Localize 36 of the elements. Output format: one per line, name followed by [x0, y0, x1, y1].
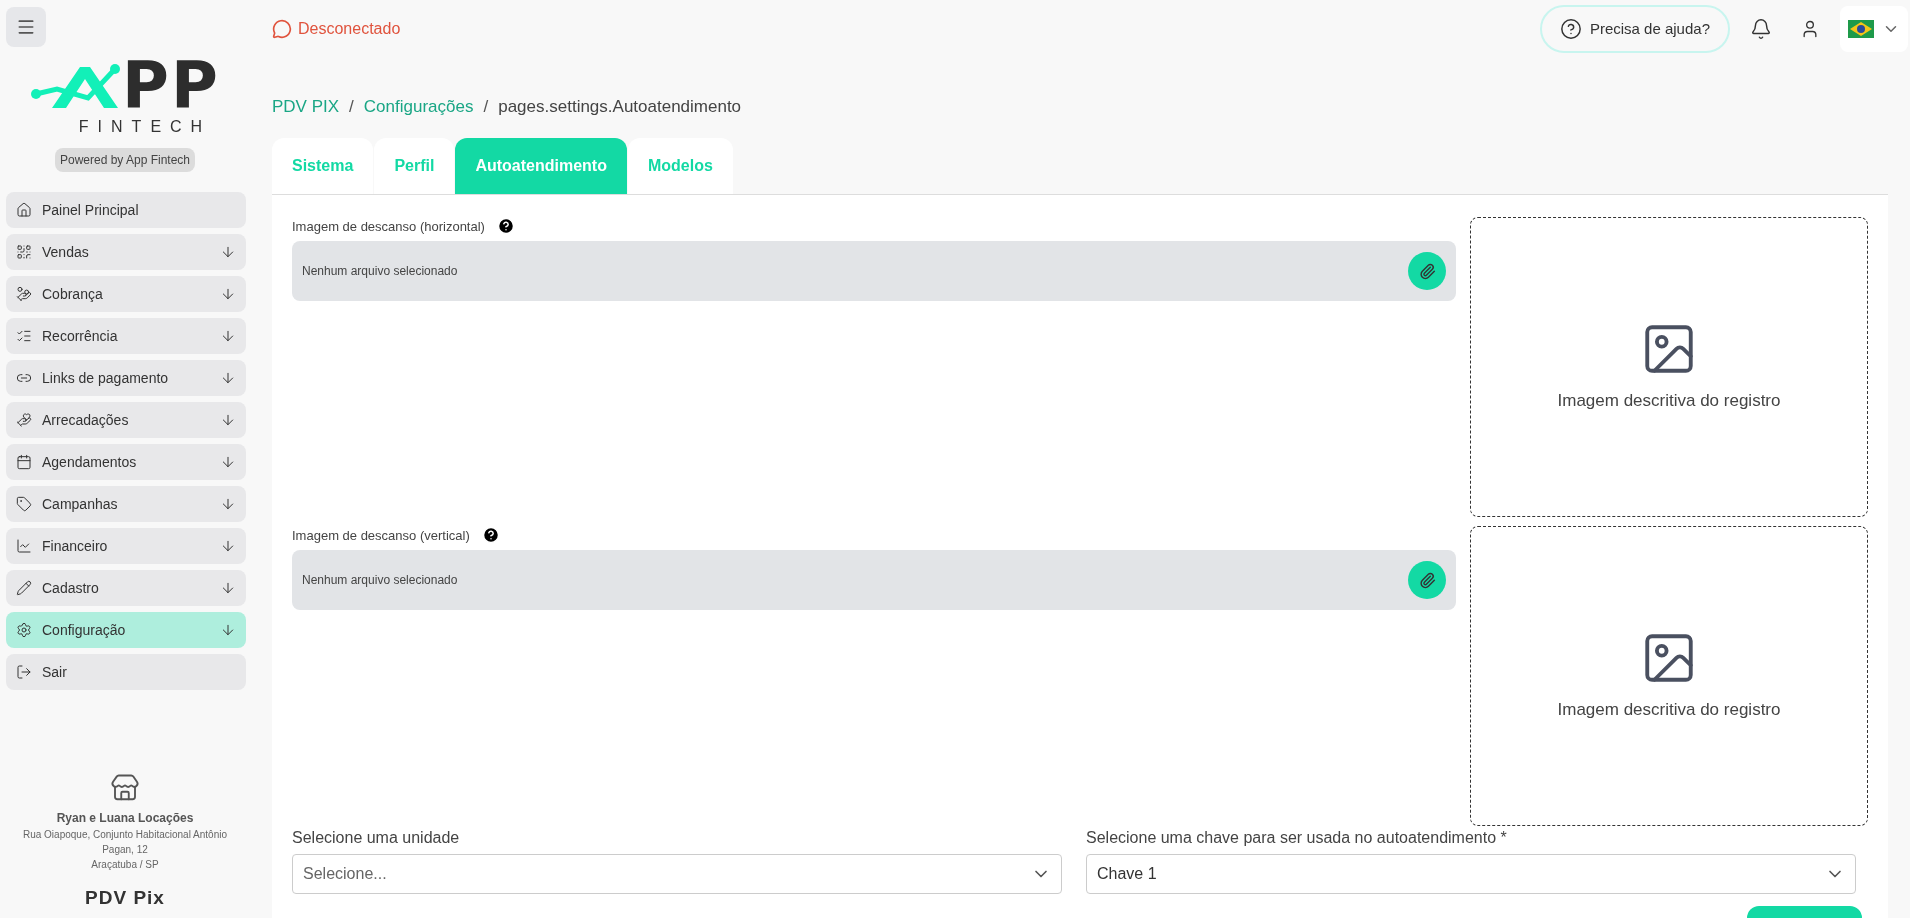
select-field[interactable]: Chave 1	[1086, 853, 1856, 894]
sidebar-item[interactable]: Recorrência	[6, 318, 246, 354]
sidebar-item[interactable]: Sair	[6, 654, 246, 690]
image-preview[interactable]: Imagem descritiva do registro	[1470, 216, 1868, 517]
file-input-field[interactable]: Nenhum arquivo selecionado	[292, 550, 1456, 610]
breadcrumb-separator: /	[349, 96, 354, 118]
file-input-field[interactable]: Nenhum arquivo selecionado	[292, 241, 1456, 301]
breadcrumb-current: pages.settings.Autoatendimento	[498, 96, 742, 118]
store-name: Ryan e Luana Locações	[56, 809, 194, 827]
breadcrumb-separator: /	[483, 96, 489, 118]
sidebar-item[interactable]: Links de pagamento	[6, 360, 246, 396]
store-city: Araçatuba / SP	[91, 857, 159, 872]
select-label: Selecione uma chave para ser usada no autoatendimento *	[1086, 827, 1508, 848]
sidebar-item[interactable]: Configuração	[6, 612, 246, 648]
sidebar-item[interactable]: Vendas	[6, 234, 246, 270]
sidebar-item[interactable]: Cadastro	[6, 570, 246, 606]
preview-caption: Imagem descritiva do registro	[1557, 389, 1781, 412]
help-button[interactable]: Precisa de ajuda?	[1539, 5, 1730, 53]
product-name: PDV Pix	[85, 885, 165, 910]
powered-by-badge: Powered by App Fintech	[54, 148, 196, 172]
logo-subtitle: FINTECH	[77, 117, 212, 137]
preview-caption: Imagem descritiva do registro	[1557, 698, 1781, 721]
sidebar-item[interactable]: Campanhas	[6, 486, 246, 522]
select-field[interactable]: Selecione...	[292, 853, 1062, 894]
field-label: Imagem de descanso (vertical)	[292, 526, 470, 545]
store-address: Rua Oiapoque, Conjunto Habitacional Antônio Pagan, 12	[21, 827, 228, 857]
image-preview[interactable]: Imagem descritiva do registro	[1470, 525, 1868, 826]
logo-text: PP	[122, 59, 220, 111]
sidebar-item[interactable]: Agendamentos	[6, 444, 246, 480]
sidebar-item[interactable]: Cobrança	[6, 276, 246, 312]
field-label: Imagem de descanso (horizontal)	[292, 217, 485, 236]
sidebar-item[interactable]: Painel Principal	[6, 192, 246, 228]
select-label: Selecione uma unidade	[292, 827, 461, 848]
connection-status: Desconectado	[298, 19, 401, 39]
sidebar-item[interactable]: Financeiro	[6, 528, 246, 564]
sidebar-item[interactable]: Arrecadações	[6, 402, 246, 438]
